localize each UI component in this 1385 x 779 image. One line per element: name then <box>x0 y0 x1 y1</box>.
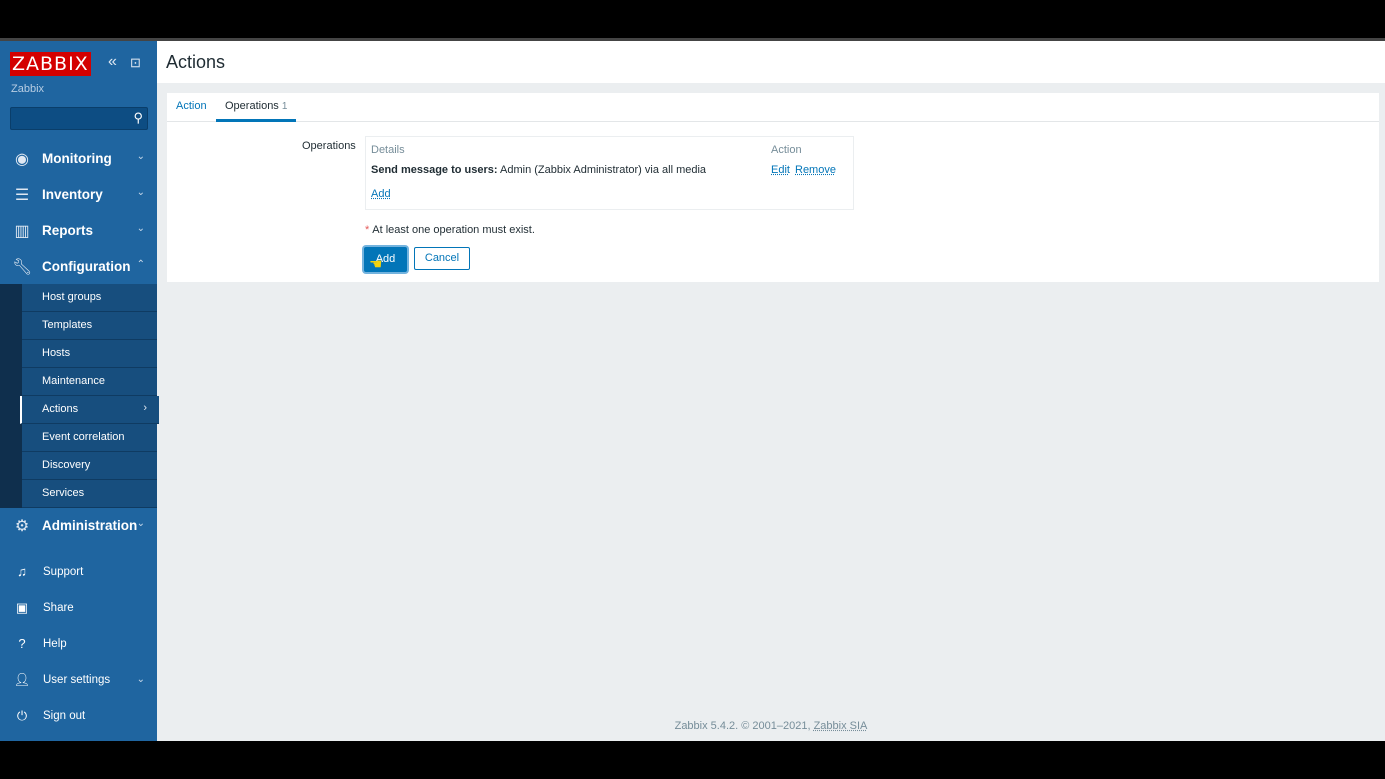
collapse-sidebar-icon[interactable]: « <box>108 53 117 71</box>
add-operation-link[interactable]: Add <box>371 188 391 200</box>
menu-label: Configuration <box>42 259 131 274</box>
menu-label: Help <box>43 638 67 650</box>
footer: Zabbix 5.4.2. © 2001–2021, Zabbix SIA <box>157 720 1385 732</box>
menu-sign-out[interactable]: ⏻ Sign out <box>0 700 157 734</box>
kiosk-mode-icon[interactable]: ⊡ <box>130 55 141 71</box>
menu-share[interactable]: ▣ Share <box>0 592 157 626</box>
menu-label: Share <box>43 602 74 614</box>
menu-configuration[interactable]: 🔧︎ Configuration ⌃ <box>0 249 157 285</box>
submenu-label: Hosts <box>42 347 71 359</box>
submenu-label: Host groups <box>42 291 102 303</box>
column-header-action: Action <box>771 144 802 156</box>
bar-chart-icon: ▥ <box>14 223 30 240</box>
menu-label: Support <box>43 566 84 578</box>
chevron-down-icon: ⌄ <box>136 518 145 529</box>
footer-link[interactable]: Zabbix SIA <box>814 720 868 732</box>
menu-user-settings[interactable]: 👤︎ User settings ⌄ <box>0 664 157 698</box>
hand-cursor-icon: ☚ <box>369 256 383 273</box>
submenu-item-event-correlation[interactable]: Event correlation <box>22 424 157 452</box>
submenu-label: Services <box>42 487 85 499</box>
tab-count-badge: 1 <box>281 101 288 112</box>
help-icon: ? <box>18 636 26 651</box>
required-note-text: At least one operation must exist. <box>372 224 535 236</box>
tab-operations-label: Operations <box>225 100 279 112</box>
zabbix-logo[interactable]: ZABBIX <box>10 52 91 76</box>
operation-details: Admin (Zabbix Administrator) via all med… <box>497 164 707 176</box>
active-tab-indicator <box>216 119 296 122</box>
menu-label: Monitoring <box>42 151 112 166</box>
menu-label: Inventory <box>42 187 103 202</box>
share-icon: ▣ <box>15 600 29 615</box>
chevron-down-icon: ⌄ <box>136 674 145 685</box>
list-icon: ☰ <box>14 187 30 204</box>
menu-reports[interactable]: ▥ Reports ⌄ <box>0 213 157 249</box>
chevron-down-icon: ⌄ <box>136 223 145 234</box>
chevron-up-icon: ⌃ <box>136 259 145 270</box>
submenu-item-maintenance[interactable]: Maintenance <box>22 368 157 396</box>
submenu-item-templates[interactable]: Templates <box>22 312 157 340</box>
operations-table: Details Action Send message to users: Ad… <box>365 136 854 210</box>
action-form-card: Action Operations 1 Operations Details Ac… <box>167 93 1379 282</box>
page-title: Actions <box>166 52 226 72</box>
required-asterisk: * <box>365 224 370 236</box>
wrench-icon: 🔧︎ <box>12 259 33 276</box>
headset-icon: ♫ <box>17 564 27 579</box>
sidebar: ZABBIX « ⊡ Zabbix ⚲ ◉ Monitoring ⌄ ☰ Inv… <box>0 41 159 741</box>
column-header-details: Details <box>371 144 405 156</box>
configuration-submenu: Host groups Templates Hosts Maintenance … <box>0 284 159 508</box>
operations-label: Operations <box>302 140 356 152</box>
chevron-right-icon: › <box>143 402 147 414</box>
submenu-label: Event correlation <box>42 431 125 443</box>
operation-type: Send message to users: <box>371 164 498 176</box>
menu-label: Reports <box>42 223 94 238</box>
gear-icon: ⚙ <box>14 518 30 535</box>
power-icon: ⏻ <box>16 708 28 723</box>
menu-label: Sign out <box>43 710 86 722</box>
eye-icon: ◉ <box>15 151 29 168</box>
server-name: Zabbix <box>11 83 45 95</box>
menu-support[interactable]: ♫ Support <box>0 556 157 590</box>
chevron-down-icon: ⌄ <box>136 187 145 198</box>
edit-link[interactable]: Edit <box>771 164 790 176</box>
submenu-item-actions[interactable]: Actions › <box>20 396 159 424</box>
submenu-item-host-groups[interactable]: Host groups <box>22 284 157 312</box>
footer-text: Zabbix 5.4.2. © 2001–2021, <box>674 720 814 732</box>
submenu-item-hosts[interactable]: Hosts <box>22 340 157 368</box>
user-icon: 👤︎ <box>13 672 31 687</box>
remove-link[interactable]: Remove <box>795 164 836 176</box>
menu-administration[interactable]: ⚙ Administration ⌄ <box>0 508 157 544</box>
submenu-item-discovery[interactable]: Discovery <box>22 452 157 480</box>
tab-bar: Action Operations 1 <box>167 93 1379 122</box>
submenu-label: Templates <box>42 319 93 331</box>
submenu-item-services[interactable]: Services <box>22 480 157 508</box>
tab-action[interactable]: Action <box>176 100 207 112</box>
menu-inventory[interactable]: ☰ Inventory ⌄ <box>0 177 157 213</box>
menu-help[interactable]: ? Help <box>0 628 157 662</box>
chevron-down-icon: ⌄ <box>136 151 145 162</box>
menu-label: Administration <box>42 518 138 533</box>
page-header <box>157 41 1385 83</box>
submenu-label: Maintenance <box>42 375 105 387</box>
app-frame: ZABBIX « ⊡ Zabbix ⚲ ◉ Monitoring ⌄ ☰ Inv… <box>0 41 1385 741</box>
menu-label: User settings <box>43 674 111 686</box>
search-icon[interactable]: ⚲ <box>133 110 143 126</box>
table-row: Send message to users: Admin (Zabbix Adm… <box>371 164 706 176</box>
submenu-label: Discovery <box>42 459 91 471</box>
tab-operations[interactable]: Operations 1 <box>225 100 287 112</box>
submenu-label: Actions <box>42 403 79 415</box>
search-input[interactable]: ⚲ <box>10 107 148 130</box>
menu-monitoring[interactable]: ◉ Monitoring ⌄ <box>0 141 157 177</box>
required-note: * At least one operation must exist. <box>365 224 535 236</box>
cancel-button[interactable]: Cancel <box>414 247 470 270</box>
